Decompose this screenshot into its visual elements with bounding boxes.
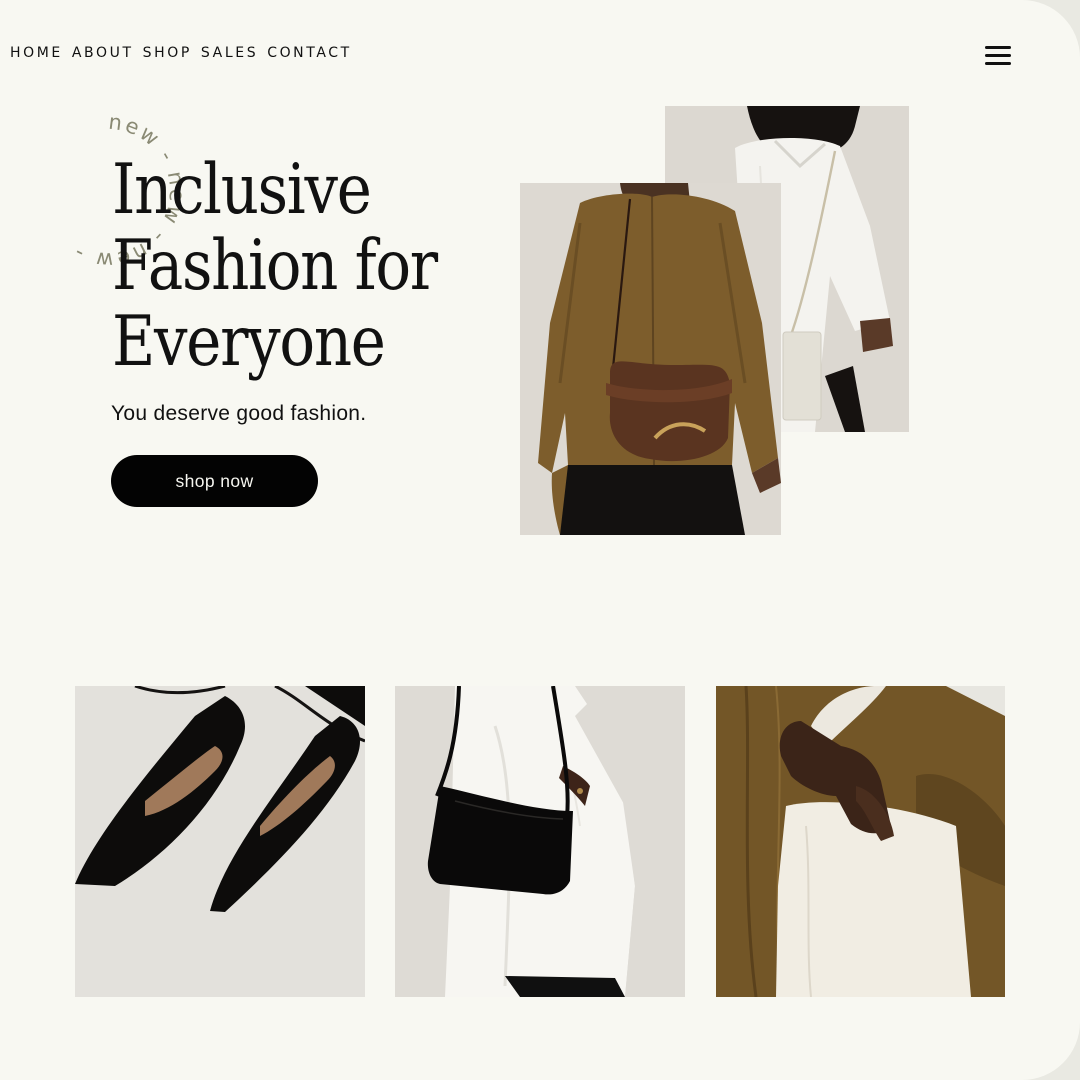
hero-tagline: You deserve good fashion.: [111, 402, 367, 425]
page: HOME ABOUT SHOP SALES CONTACT new - new …: [0, 0, 1080, 1080]
nav-about-link[interactable]: ABOUT: [72, 45, 134, 61]
headline-line-1: Inclusive: [112, 150, 372, 230]
nav-home-link[interactable]: HOME: [10, 45, 63, 61]
gallery-photo-black-flats: [75, 686, 365, 997]
gallery-photo-canvas-tote: [716, 686, 1005, 997]
gallery-photo-black-shoulder-bag: [395, 686, 685, 997]
top-nav: HOME ABOUT SHOP SALES CONTACT: [10, 45, 352, 61]
shop-now-button[interactable]: shop now: [111, 455, 318, 507]
nav-shop-link[interactable]: SHOP: [143, 45, 192, 61]
hero-headline: Inclusive Fashion for Everyone: [112, 152, 473, 380]
nav-sales-link[interactable]: SALES: [201, 45, 258, 61]
nav-contact-link[interactable]: CONTACT: [267, 45, 352, 61]
headline-line-3: Everyone: [112, 302, 386, 382]
headline-line-2: Fashion for: [112, 226, 438, 306]
hamburger-menu-icon[interactable]: [985, 46, 1011, 65]
hero-photo-olive-jacket: [520, 183, 781, 535]
